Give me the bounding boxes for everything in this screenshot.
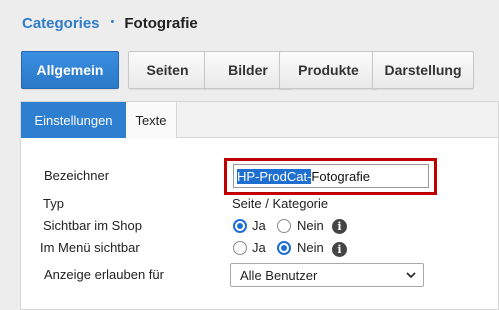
info-icon[interactable]: i (332, 219, 347, 234)
breadcrumb-separator: • (110, 16, 115, 28)
bezeichner-input[interactable]: HP-ProdCat- Fotografie (233, 164, 429, 188)
sichtbar-shop-ja-label[interactable]: Ja (252, 218, 266, 233)
menu-sichtbar-nein-radio[interactable] (277, 241, 291, 255)
menu-sichtbar-label: Im Menü sichtbar (40, 240, 140, 255)
breadcrumb: Categories • Fotografie (22, 13, 198, 33)
subtab-einstellungen[interactable]: Einstellungen (21, 102, 126, 138)
menu-sichtbar-ja-label[interactable]: Ja (252, 240, 266, 255)
breadcrumb-root-link[interactable]: Categories (22, 15, 100, 32)
tab-darstellung[interactable]: Darstellung (372, 51, 474, 89)
typ-label: Typ (43, 196, 64, 211)
tab-produkte[interactable]: Produkte (279, 51, 378, 89)
sub-tab-bar: Einstellungen Texte (21, 102, 498, 138)
tab-allgemein[interactable]: Allgemein (21, 51, 119, 89)
anzeige-label: Anzeige erlauben für (44, 267, 164, 282)
subtab-texte[interactable]: Texte (126, 102, 177, 138)
bezeichner-rest-text: Fotografie (311, 168, 370, 184)
menu-sichtbar-nein-label[interactable]: Nein (297, 240, 324, 255)
info-icon[interactable]: i (332, 242, 347, 257)
typ-value: Seite / Kategorie (232, 196, 329, 211)
tab-seiten[interactable]: Seiten (128, 51, 207, 89)
menu-sichtbar-ja-radio[interactable] (233, 241, 247, 255)
bezeichner-label: Bezeichner (44, 168, 110, 183)
breadcrumb-current: Fotografie (124, 14, 198, 32)
anzeige-select-value: Alle Benutzer (240, 267, 318, 283)
sichtbar-shop-label: Sichtbar im Shop (43, 218, 142, 233)
sichtbar-shop-nein-radio[interactable] (277, 219, 291, 233)
anzeige-select[interactable]: Alle Benutzer (230, 263, 424, 287)
sichtbar-shop-nein-label[interactable]: Nein (297, 218, 324, 233)
sichtbar-shop-ja-radio[interactable] (233, 219, 247, 233)
chevron-down-icon (406, 272, 416, 279)
bezeichner-selected-text: HP-ProdCat- (237, 168, 312, 184)
